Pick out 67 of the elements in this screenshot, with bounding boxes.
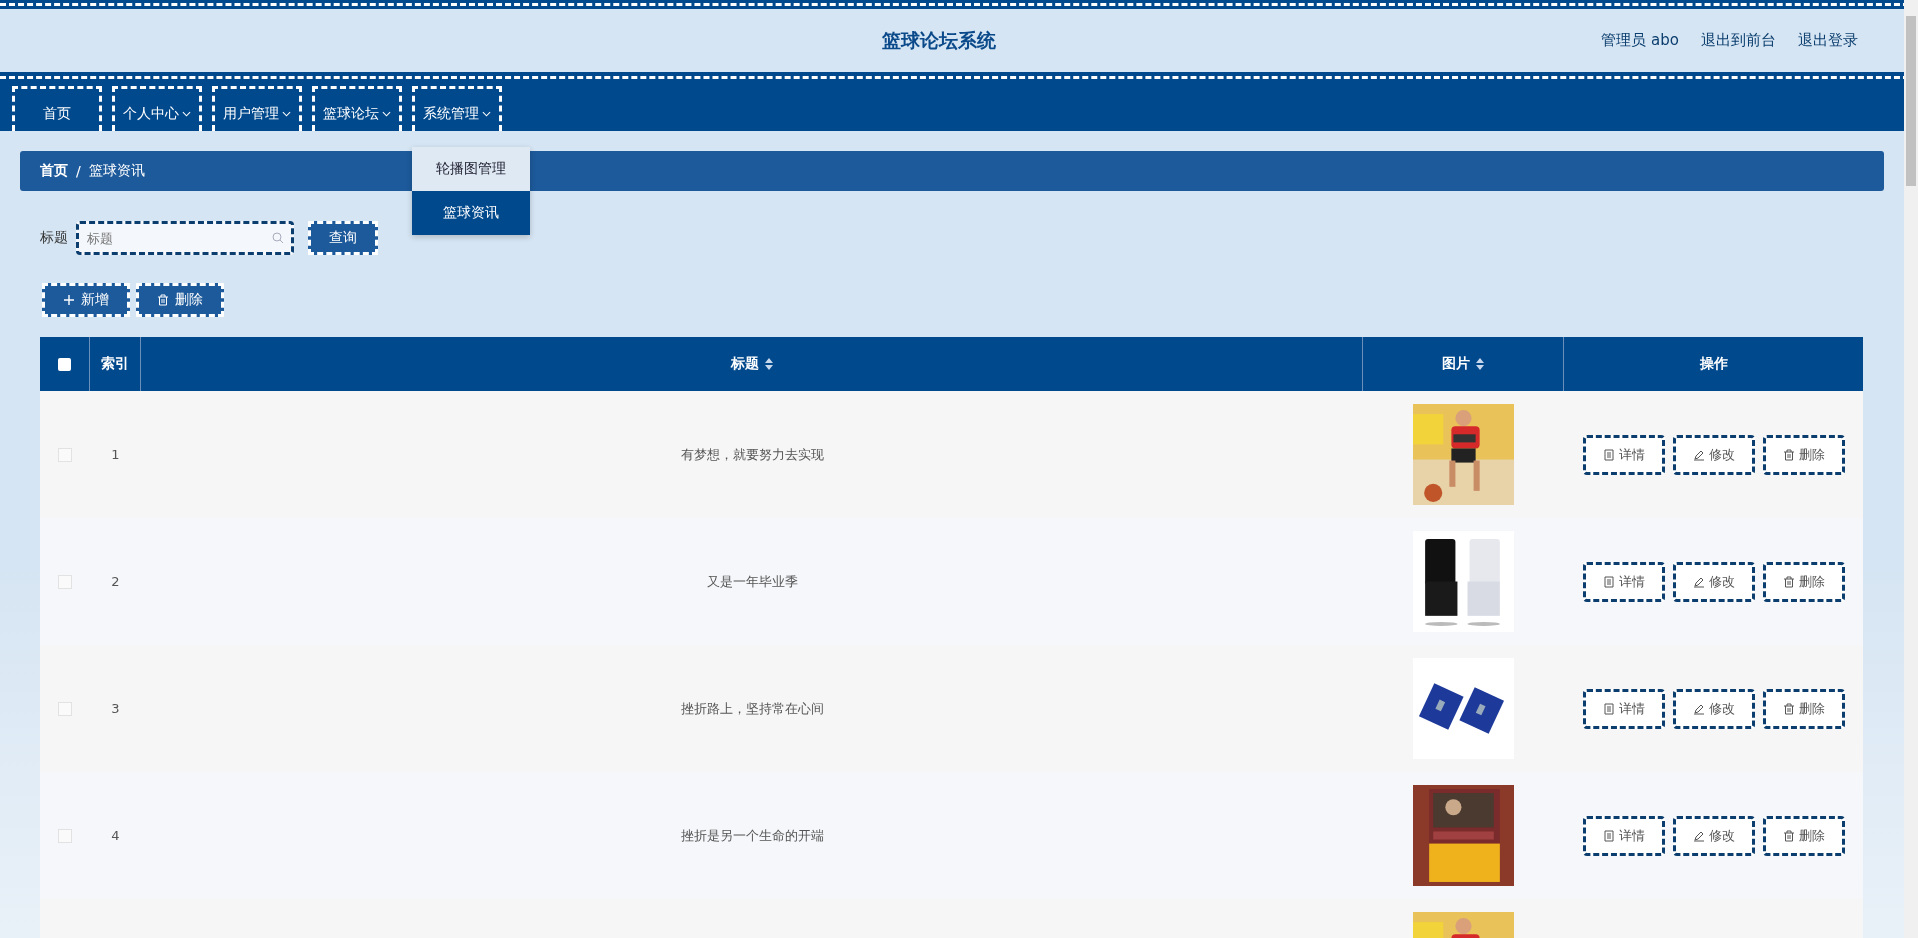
- column-header: 图片: [1442, 355, 1470, 373]
- column-header: 索引: [101, 355, 129, 373]
- scrollbar[interactable]: [1904, 0, 1918, 938]
- search-icon: [272, 232, 284, 244]
- nav-tab[interactable]: 篮球论坛: [312, 86, 402, 131]
- document-icon: [1602, 448, 1615, 461]
- trash-icon: [1782, 829, 1795, 842]
- index-cell: 2: [111, 574, 120, 589]
- delete-button[interactable]: 删除: [1762, 688, 1845, 729]
- row-checkbox[interactable]: [58, 574, 72, 589]
- nav-tab[interactable]: 系统管理: [412, 86, 502, 131]
- header-link[interactable]: 退出到前台: [1701, 31, 1776, 50]
- menu-item[interactable]: 轮播图管理: [412, 147, 530, 191]
- trash-icon: [157, 294, 169, 306]
- delete-button[interactable]: 删除: [1762, 815, 1845, 856]
- query-button[interactable]: 查询: [308, 221, 378, 255]
- system-title: 篮球论坛系统: [882, 27, 996, 53]
- select-all-checkbox[interactable]: [58, 357, 71, 371]
- breadcrumb-separator: /: [76, 163, 81, 179]
- row-checkbox[interactable]: [58, 828, 72, 843]
- search-field[interactable]: 标题: [76, 221, 294, 255]
- pencil-icon: [1692, 702, 1705, 715]
- pencil-icon: [1692, 448, 1705, 461]
- details-button[interactable]: 详情: [1582, 688, 1665, 729]
- delete-button[interactable]: 删除: [1762, 561, 1845, 602]
- menu-item[interactable]: 篮球资讯: [412, 191, 530, 235]
- add-button[interactable]: 新增: [42, 283, 130, 317]
- document-icon: [1602, 575, 1615, 588]
- row-checkbox[interactable]: [58, 701, 72, 716]
- header-link[interactable]: 管理员 abo: [1601, 31, 1679, 50]
- title-cell: 又是一年毕业季: [706, 572, 798, 591]
- edit-button[interactable]: 修改: [1672, 561, 1755, 602]
- title-cell: 挫折是另一个生命的开端: [680, 826, 824, 845]
- details-button[interactable]: 详情: [1582, 434, 1665, 475]
- title-cell: 挫折路上，坚持常在心间: [680, 699, 824, 718]
- index-cell: 4: [111, 828, 120, 843]
- nav-tab[interactable]: 个人中心: [112, 86, 202, 131]
- pencil-icon: [1692, 575, 1705, 588]
- scrollbar-thumb[interactable]: [1906, 16, 1916, 186]
- sort-icon[interactable]: [1476, 358, 1484, 370]
- trash-icon: [1782, 448, 1795, 461]
- column-header: 操作: [1699, 355, 1728, 373]
- edit-button[interactable]: 修改: [1672, 688, 1755, 729]
- nav-tab[interactable]: 首页: [12, 86, 102, 131]
- document-icon: [1602, 829, 1615, 842]
- title-cell: 有梦想，就要努力去实现: [680, 445, 824, 464]
- delete-button[interactable]: 删除: [1762, 434, 1845, 475]
- row-checkbox[interactable]: [58, 447, 72, 462]
- sort-icon[interactable]: [764, 358, 773, 370]
- breadcrumb-item[interactable]: 篮球资讯: [88, 162, 145, 180]
- index-cell: 3: [111, 701, 120, 716]
- trash-icon: [1782, 575, 1795, 588]
- details-button[interactable]: 详情: [1582, 561, 1665, 602]
- trash-icon: [1782, 702, 1795, 715]
- delete-button[interactable]: 删除: [136, 283, 224, 317]
- search-label: 标题: [40, 229, 68, 247]
- index-cell: 1: [111, 447, 120, 462]
- details-button[interactable]: 详情: [1582, 815, 1665, 856]
- plus-icon: [63, 294, 75, 306]
- pencil-icon: [1692, 829, 1705, 842]
- breadcrumb-item[interactable]: 首页: [40, 162, 68, 180]
- column-header: 标题: [730, 355, 759, 373]
- document-icon: [1602, 702, 1615, 715]
- edit-button[interactable]: 修改: [1672, 434, 1755, 475]
- nav-tab[interactable]: 用户管理: [212, 86, 302, 131]
- edit-button[interactable]: 修改: [1672, 815, 1755, 856]
- header-link[interactable]: 退出登录: [1798, 31, 1858, 50]
